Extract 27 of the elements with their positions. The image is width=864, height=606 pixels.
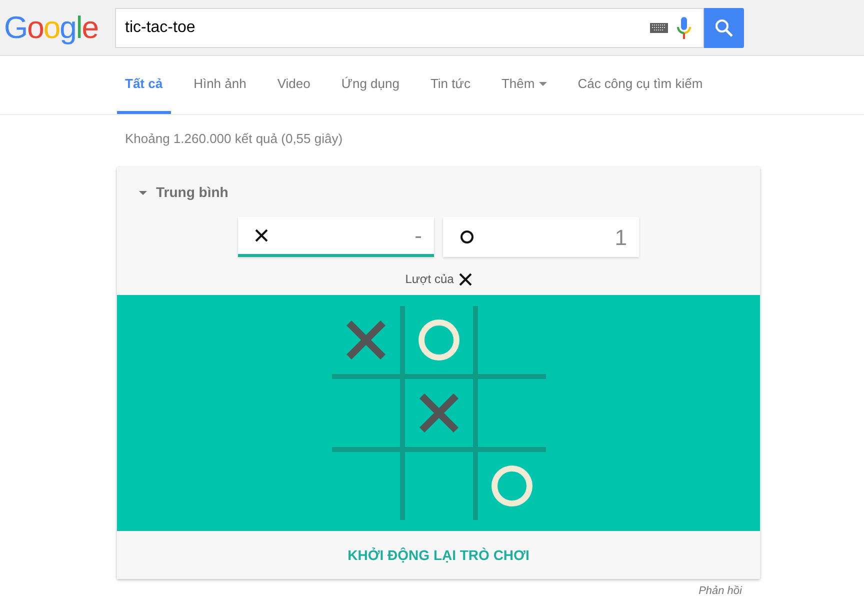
result-stats: Khoảng 1.260.000 kết quả (0,55 giây) [124,130,343,148]
board-cell[interactable] [478,379,546,447]
board-cell[interactable] [404,379,472,447]
board-cell[interactable] [332,379,400,447]
search-tab[interactable]: Video [269,56,318,114]
search-tab[interactable]: Ứng dụng [333,56,408,114]
search-tab[interactable]: Tin tức [422,56,478,114]
logo[interactable]: Google [0,12,115,43]
search-tab[interactable]: Thêm [493,56,555,114]
search-input[interactable]: tic-tac-toe [125,16,650,40]
microphone-icon[interactable] [677,16,691,38]
keyboard-icon[interactable] [650,22,668,32]
board-cell[interactable] [404,306,472,374]
feedback-link[interactable]: Phản hồi [698,583,742,600]
search-tab[interactable]: Hình ảnh [186,56,254,114]
board-cell[interactable] [404,452,472,520]
search-bar[interactable]: tic-tac-toe [115,8,704,48]
score: 1 [614,224,627,252]
difficulty-dropdown[interactable]: Trung bình [139,182,228,203]
search-tab[interactable]: Tất cả [117,56,171,114]
search-tab[interactable]: Các công cụ tìm kiếm [570,56,711,114]
search-button[interactable] [704,8,744,48]
search-icon [715,18,733,36]
restart-button[interactable]: KHỞI ĐỘNG LẠI TRÒ CHƠI [348,544,530,566]
score: - [414,222,422,250]
caret-icon [139,190,147,194]
turn-label: Lượt của [405,271,454,288]
